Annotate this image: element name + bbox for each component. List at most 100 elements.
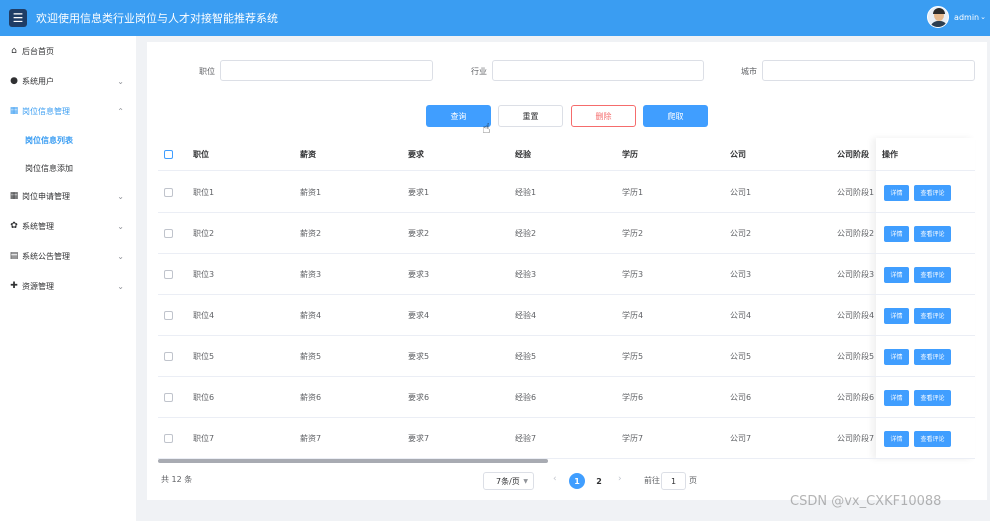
row-checkbox[interactable] <box>164 188 173 197</box>
sidebar-item-system-users[interactable]: ● 系统用户 ⌄ <box>0 66 136 96</box>
plus-circle-icon: ✚ <box>10 281 18 291</box>
table-cell: 学历3 <box>622 270 644 279</box>
table-cell: 薪资7 <box>300 434 322 443</box>
table-cell: 公司阶段3 <box>837 270 875 279</box>
row-actions: 详情 查看评论 <box>875 336 975 377</box>
sidebar-item-resources[interactable]: ✚ 资源管理 ⌄ <box>0 271 136 301</box>
sidebar-item-label: 系统用户 <box>22 76 54 86</box>
table-cell: 薪资1 <box>300 188 322 197</box>
table-cell: 经验3 <box>515 270 537 279</box>
crawl-button[interactable]: 爬取 <box>643 105 708 127</box>
table-row: 职位3 薪资3 要求3 经验3 学历3 公司3 公司阶段3 详情 查看评论 <box>158 254 975 295</box>
row-checkbox[interactable] <box>164 229 173 238</box>
table-cell: 公司4 <box>730 311 752 320</box>
user-name[interactable]: admin <box>954 13 979 22</box>
industry-filter-label: 行业 <box>471 67 487 76</box>
table-row: 职位2 薪资2 要求2 经验2 学历2 公司2 公司阶段2 详情 查看评论 <box>158 213 975 254</box>
table-cell: 学历1 <box>622 188 644 197</box>
menu-toggle-icon[interactable]: ☰ <box>9 9 27 27</box>
view-reviews-button[interactable]: 查看评论 <box>914 348 951 365</box>
table-cell: 公司阶段2 <box>837 229 875 238</box>
user-icon: ● <box>10 76 18 86</box>
view-reviews-button[interactable]: 查看评论 <box>914 266 951 283</box>
chevron-down-icon: ⌄ <box>117 251 124 261</box>
table-row: 职位4 薪资4 要求4 经验4 学历4 公司4 公司阶段4 详情 查看评论 <box>158 295 975 336</box>
goto-label: 前往 <box>644 476 660 485</box>
view-reviews-button[interactable]: 查看评论 <box>914 430 951 447</box>
detail-button[interactable]: 详情 <box>884 184 909 201</box>
column-header: 学历 <box>622 150 638 159</box>
sidebar-item-job-applications[interactable]: ▦ 岗位申请管理 ⌄ <box>0 181 136 211</box>
chevron-down-icon: ⌄ <box>117 221 124 231</box>
table-cell: 职位2 <box>193 229 215 238</box>
detail-button[interactable]: 详情 <box>884 225 909 242</box>
view-reviews-button[interactable]: 查看评论 <box>914 389 951 406</box>
select-all-checkbox[interactable] <box>164 150 173 159</box>
sidebar-item-system-management[interactable]: ✿ 系统管理 ⌄ <box>0 211 136 241</box>
detail-button[interactable]: 详情 <box>884 266 909 283</box>
table-cell: 公司阶段4 <box>837 311 875 320</box>
position-filter-input[interactable] <box>220 60 433 81</box>
sidebar-item-job-info[interactable]: ▦ 岗位信息管理 ⌃ <box>0 96 136 126</box>
table-cell: 公司3 <box>730 270 752 279</box>
view-reviews-button[interactable]: 查看评论 <box>914 184 951 201</box>
page-size-select[interactable]: 7条/页 ▼ <box>483 472 534 490</box>
chevron-down-icon: ⌄ <box>117 281 124 291</box>
row-checkbox[interactable] <box>164 393 173 402</box>
sidebar-item-label: 资源管理 <box>22 281 54 291</box>
table-cell: 薪资2 <box>300 229 322 238</box>
detail-button[interactable]: 详情 <box>884 307 909 324</box>
column-header: 薪资 <box>300 150 316 159</box>
view-reviews-button[interactable]: 查看评论 <box>914 225 951 242</box>
page-size-value: 7条/页 <box>496 476 520 486</box>
next-page-button[interactable]: › <box>618 474 622 484</box>
row-checkbox[interactable] <box>164 270 173 279</box>
page-number[interactable]: 1 <box>569 473 585 489</box>
table-cell: 公司1 <box>730 188 752 197</box>
table-row: 职位6 薪资6 要求6 经验6 学历6 公司6 公司阶段6 详情 查看评论 <box>158 377 975 418</box>
detail-button[interactable]: 详情 <box>884 430 909 447</box>
industry-filter-input[interactable] <box>492 60 704 81</box>
table-cell: 公司阶段7 <box>837 434 875 443</box>
sidebar-item-dashboard[interactable]: ⌂ 后台首页 <box>0 36 136 66</box>
detail-button[interactable]: 详情 <box>884 348 909 365</box>
row-checkbox[interactable] <box>164 434 173 443</box>
table-cell: 学历5 <box>622 352 644 361</box>
detail-button[interactable]: 详情 <box>884 389 909 406</box>
table-cell: 公司2 <box>730 229 752 238</box>
chevron-down-icon[interactable]: ⌄ <box>980 13 986 21</box>
table-cell: 要求2 <box>408 229 430 238</box>
table-cell: 要求7 <box>408 434 430 443</box>
table-cell: 学历7 <box>622 434 644 443</box>
user-menu[interactable]: admin ⌄ <box>927 6 986 28</box>
city-filter-input[interactable] <box>762 60 975 81</box>
table-header: 职位 薪资 要求 经验 学历 公司 公司阶段 操作 <box>158 138 975 171</box>
delete-button[interactable]: 删除 <box>571 105 636 127</box>
horizontal-scrollbar[interactable] <box>158 459 548 463</box>
avatar[interactable] <box>927 6 950 28</box>
goto-page-input[interactable]: 1 <box>661 472 686 490</box>
chevron-up-icon: ⌃ <box>117 106 124 116</box>
goto-suffix: 页 <box>689 476 697 485</box>
row-actions: 详情 查看评论 <box>875 377 975 418</box>
table-cell: 经验6 <box>515 393 537 402</box>
reset-button[interactable]: 重置 <box>498 105 563 127</box>
sidebar-item-announcements[interactable]: ▤ 系统公告管理 ⌄ <box>0 241 136 271</box>
sidebar-subitem-job-list[interactable]: 岗位信息列表 <box>0 126 136 154</box>
total-count: 共 12 条 <box>161 475 193 484</box>
view-reviews-button[interactable]: 查看评论 <box>914 307 951 324</box>
sidebar-subitem-job-add[interactable]: 岗位信息添加 <box>0 154 136 182</box>
table-cell: 职位7 <box>193 434 215 443</box>
table-cell: 要求5 <box>408 352 430 361</box>
page-number[interactable]: 2 <box>591 473 607 489</box>
app-title: 欢迎使用信息类行业岗位与人才对接智能推荐系统 <box>36 12 278 25</box>
table-cell: 职位5 <box>193 352 215 361</box>
row-actions: 详情 查看评论 <box>875 172 975 213</box>
prev-page-button[interactable]: ‹ <box>553 474 557 484</box>
table-cell: 薪资6 <box>300 393 322 402</box>
row-checkbox[interactable] <box>164 311 173 320</box>
table-cell: 公司阶段6 <box>837 393 875 402</box>
row-checkbox[interactable] <box>164 352 173 361</box>
gear-icon: ✿ <box>10 221 18 231</box>
table-cell: 职位1 <box>193 188 215 197</box>
